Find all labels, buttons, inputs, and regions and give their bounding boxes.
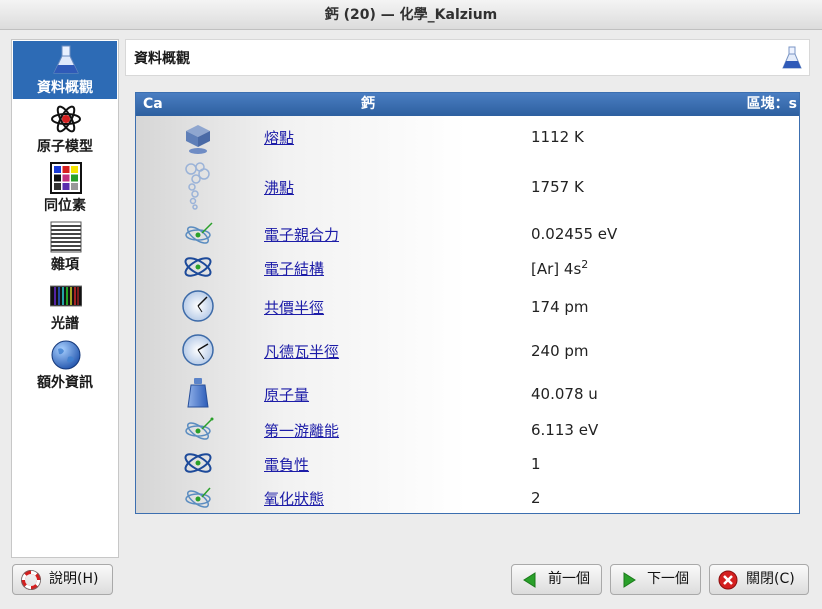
- property-value: 1: [531, 455, 541, 473]
- page-title: 資料概觀: [134, 51, 190, 67]
- property-link-boiling-point[interactable]: 沸點: [264, 177, 294, 198]
- sidebar-item-atom-model[interactable]: 原子模型: [13, 100, 117, 158]
- flask-icon: [53, 45, 79, 74]
- window-title: 鈣 (20) — 化學_Kalzium: [0, 0, 822, 30]
- sidebar-item-spectrum[interactable]: 光譜: [13, 277, 117, 335]
- sidebar-item-overview[interactable]: 資料概觀: [13, 41, 117, 99]
- electron-config-superscript: 2: [581, 258, 589, 271]
- van-der-waals-radius-icon: [182, 334, 214, 366]
- element-header-bar: Ca 鈣 區塊：s: [136, 93, 799, 116]
- close-button[interactable]: 關閉(C): [709, 564, 809, 595]
- arrow-right-icon: [623, 572, 636, 588]
- property-value: 2: [531, 489, 541, 507]
- property-value: 1757 K: [531, 178, 584, 196]
- close-icon: [718, 570, 738, 590]
- table-row: 氧化狀態 2: [136, 481, 799, 513]
- sidebar: 資料概觀 原子模型 同位素 雜項 光譜 額外資訊: [11, 39, 119, 558]
- property-link-melting-point[interactable]: 熔點: [264, 127, 294, 148]
- property-value: 174 pm: [531, 298, 589, 316]
- atom-icon: [51, 105, 81, 133]
- misc-lines-icon: [50, 221, 82, 253]
- dialog: 資料概觀 原子模型 同位素 雜項 光譜 額外資訊 資料概觀 Ca 鈣 區塊：s …: [0, 30, 822, 609]
- element-name: 鈣: [361, 96, 375, 112]
- close-button-label: 關閉(C): [746, 571, 795, 587]
- property-value: 240 pm: [531, 342, 589, 360]
- sidebar-item-label: 額外資訊: [37, 375, 93, 391]
- help-button-label: 說明(H): [49, 571, 99, 587]
- sidebar-item-extra-info[interactable]: 額外資訊: [13, 336, 117, 394]
- table-row: 凡德瓦半徑 240 pm: [136, 329, 799, 371]
- arrow-left-icon: [523, 572, 536, 588]
- melting-point-icon: [186, 125, 210, 154]
- sidebar-item-label: 資料概觀: [37, 80, 93, 96]
- element-data-panel: Ca 鈣 區塊：s 熔點 1112 K 沸點 1757 K 電子親合力 0.02…: [135, 92, 800, 514]
- sidebar-item-label: 原子模型: [37, 139, 93, 155]
- sidebar-item-isotopes[interactable]: 同位素: [13, 159, 117, 217]
- table-row: 電負性 1: [136, 447, 799, 479]
- globe-icon: [51, 340, 81, 370]
- element-block: 區塊：s: [746, 96, 797, 112]
- flask-icon: [782, 46, 802, 69]
- help-button[interactable]: 說明(H): [12, 564, 113, 595]
- property-link-first-ionization-energy[interactable]: 第一游離能: [264, 420, 339, 441]
- electron-configuration-icon: [184, 257, 212, 277]
- electronegativity-icon: [184, 453, 212, 473]
- property-value: 0.02455 eV: [531, 225, 618, 243]
- help-lifebuoy-icon: [21, 570, 41, 590]
- property-value: 6.113 eV: [531, 421, 599, 439]
- isotope-grid-icon: [50, 162, 82, 194]
- previous-button-label: 前一個: [548, 571, 590, 587]
- page-header: 資料概觀: [125, 39, 810, 76]
- property-link-electronegativity[interactable]: 電負性: [264, 454, 309, 475]
- property-link-atomic-mass[interactable]: 原子量: [264, 384, 309, 405]
- property-link-oxidation-states[interactable]: 氧化狀態: [264, 488, 324, 509]
- spectrum-icon: [50, 285, 82, 307]
- sidebar-item-misc[interactable]: 雜項: [13, 218, 117, 276]
- property-value: [Ar] 4s2: [531, 258, 588, 278]
- table-row: 原子量 40.078 u: [136, 373, 799, 413]
- atomic-mass-icon: [187, 378, 209, 408]
- property-link-van-der-waals-radius[interactable]: 凡德瓦半徑: [264, 341, 339, 362]
- electron-config-text: [Ar] 4s: [531, 260, 582, 278]
- next-button[interactable]: 下一個: [610, 564, 701, 595]
- table-row: 共價半徑 174 pm: [136, 285, 799, 327]
- table-row: 沸點 1757 K: [136, 159, 799, 213]
- electron-affinity-icon: [185, 222, 213, 244]
- property-link-covalent-radius[interactable]: 共價半徑: [264, 297, 324, 318]
- previous-button[interactable]: 前一個: [511, 564, 602, 595]
- table-row: 第一游離能 6.113 eV: [136, 413, 799, 445]
- property-value: 40.078 u: [531, 385, 598, 403]
- ionization-energy-icon: [185, 417, 214, 440]
- table-row: 電子結構 [Ar] 4s2: [136, 251, 799, 283]
- property-link-electron-affinity[interactable]: 電子親合力: [264, 224, 339, 245]
- sidebar-item-label: 同位素: [44, 198, 86, 214]
- next-button-label: 下一個: [647, 571, 689, 587]
- boiling-point-icon: [185, 162, 210, 210]
- table-row: 電子親合力 0.02455 eV: [136, 217, 799, 249]
- table-row: 熔點 1112 K: [136, 117, 799, 157]
- oxidation-states-icon: [185, 487, 211, 508]
- sidebar-item-label: 光譜: [51, 316, 79, 332]
- element-symbol: Ca: [143, 96, 163, 112]
- sidebar-item-label: 雜項: [51, 257, 79, 273]
- property-link-electron-configuration[interactable]: 電子結構: [264, 258, 324, 279]
- property-value: 1112 K: [531, 128, 584, 146]
- covalent-radius-icon: [182, 290, 214, 322]
